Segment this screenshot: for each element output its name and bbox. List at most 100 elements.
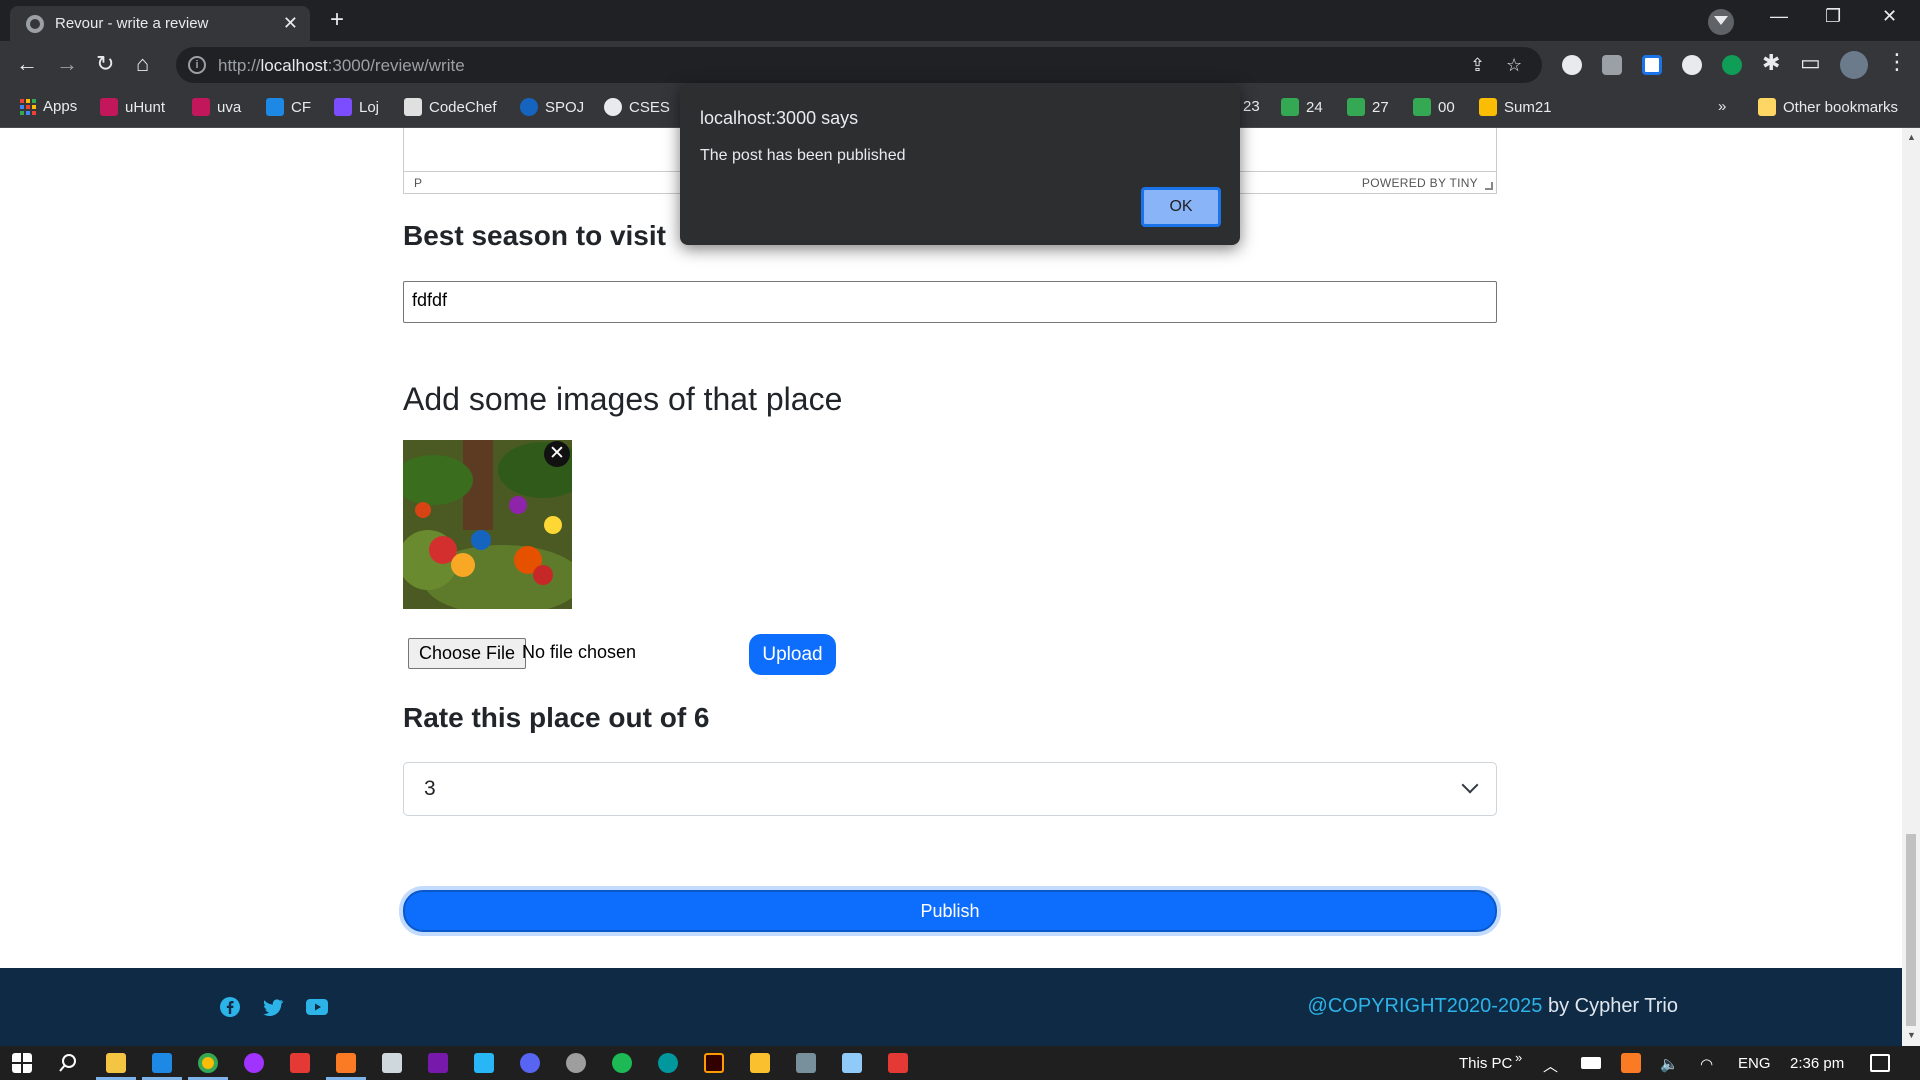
codeforces-icon	[266, 98, 284, 116]
facebook-icon[interactable]	[219, 996, 241, 1018]
new-tab-button[interactable]: +	[320, 6, 354, 36]
other-bookmarks[interactable]: Other bookmarks	[1758, 98, 1898, 116]
powered-by-tiny[interactable]: POWERED BY TINY	[1362, 176, 1478, 190]
bookmark-sum21[interactable]: Sum21	[1479, 98, 1552, 116]
reload-icon[interactable]: ↻	[96, 51, 114, 77]
wps-icon[interactable]	[888, 1053, 908, 1073]
illustrator-icon[interactable]	[704, 1053, 724, 1073]
avatar[interactable]	[1840, 51, 1868, 79]
bookmark-uva[interactable]: uva	[192, 98, 241, 116]
site-info-icon[interactable]: i	[188, 56, 206, 74]
notification-icon[interactable]	[1870, 1054, 1890, 1072]
remove-image-icon[interactable]: ✕	[544, 441, 570, 467]
uploaded-image-thumbnail	[403, 440, 572, 609]
bookmark-23[interactable]: 23	[1243, 98, 1260, 115]
arduino-icon[interactable]	[658, 1053, 678, 1073]
calculator-icon[interactable]	[382, 1053, 402, 1073]
ok-button[interactable]: OK	[1141, 187, 1221, 227]
resize-handle-icon[interactable]	[1485, 182, 1493, 190]
page-scrollbar[interactable]: ▲ ▼	[1902, 128, 1920, 1046]
battery-icon[interactable]	[1581, 1057, 1601, 1069]
keep-icon[interactable]	[750, 1053, 770, 1073]
xampp-icon[interactable]	[336, 1053, 356, 1073]
forward-arrow-icon[interactable]: →	[56, 51, 78, 77]
app-icon[interactable]	[796, 1053, 816, 1073]
share-icon[interactable]: ⇪	[1470, 55, 1485, 76]
rating-select[interactable]: 3	[403, 762, 1497, 816]
minimize-button[interactable]: —	[1770, 6, 1788, 27]
extension-icon[interactable]	[1722, 55, 1742, 75]
market-photo	[403, 440, 572, 609]
season-heading: Best season to visit	[403, 220, 666, 251]
extension-icon[interactable]	[1562, 55, 1582, 75]
bookmark-27[interactable]: 27	[1347, 98, 1389, 116]
restore-button[interactable]: ❐	[1825, 6, 1841, 27]
scroll-down-icon[interactable]: ▼	[1907, 1030, 1916, 1040]
bookmark-codechef[interactable]: CodeChef	[404, 98, 497, 116]
copyright-link[interactable]: @COPYRIGHT2020-2025	[1308, 995, 1543, 1017]
windows-start-icon[interactable]	[12, 1053, 32, 1073]
virtualbox-icon[interactable]	[842, 1053, 862, 1073]
editor-path[interactable]: P	[414, 176, 422, 190]
bookmark-24[interactable]: 24	[1281, 98, 1323, 116]
chrome-icon[interactable]	[198, 1053, 218, 1073]
wifi-icon[interactable]: ◠	[1700, 1055, 1713, 1073]
spoj-icon	[520, 98, 538, 116]
bookmark-00[interactable]: 00	[1413, 98, 1455, 116]
bookmark-uhunt[interactable]: uHunt	[100, 98, 165, 116]
bookmark-cses[interactable]: CSES	[604, 98, 670, 116]
globe-icon	[26, 15, 44, 33]
kebab-menu-icon[interactable]: ⋮	[1886, 49, 1908, 75]
anydesk-icon[interactable]	[290, 1053, 310, 1073]
youtube-icon[interactable]	[305, 996, 329, 1018]
bookmark-cf[interactable]: CF	[266, 98, 311, 116]
twitter-icon[interactable]	[262, 996, 284, 1018]
toolbar-chevron[interactable]: »	[1515, 1050, 1522, 1065]
bookmarks-overflow[interactable]: »	[1718, 98, 1726, 115]
address-bar[interactable]: i http://localhost:3000/review/write ⇪ ☆	[176, 47, 1542, 83]
volume-icon[interactable]: 🔈	[1660, 1055, 1679, 1073]
this-pc-label[interactable]: This PC	[1459, 1055, 1512, 1072]
xampp-tray-icon[interactable]	[1621, 1053, 1641, 1073]
onenote-icon[interactable]	[428, 1053, 448, 1073]
back-arrow-icon[interactable]: ←	[16, 51, 38, 77]
clock[interactable]: 2:36 pm	[1790, 1055, 1844, 1072]
extension-icon[interactable]	[1642, 55, 1662, 75]
vscode-icon[interactable]	[152, 1053, 172, 1073]
dialog-message: The post has been published	[700, 147, 906, 164]
bookmark-apps[interactable]: Apps	[20, 98, 77, 115]
bookmark-loj[interactable]: Loj	[334, 98, 379, 116]
language-indicator[interactable]: ENG	[1738, 1055, 1771, 1072]
page-content: P POWERED BY TINY Best season to visit f…	[0, 128, 1902, 1046]
messenger-icon[interactable]	[244, 1053, 264, 1073]
notes-icon[interactable]	[474, 1053, 494, 1073]
chevron-up-icon[interactable]: ︿	[1543, 1055, 1558, 1076]
publish-button[interactable]: Publish	[403, 890, 1497, 932]
bookmark-spoj[interactable]: SPOJ	[520, 98, 584, 116]
camera-icon[interactable]	[1602, 55, 1622, 75]
bookmark-star-icon[interactable]: ☆	[1506, 55, 1522, 76]
spotify-icon[interactable]	[612, 1053, 632, 1073]
scroll-up-icon[interactable]: ▲	[1907, 132, 1916, 142]
search-icon[interactable]	[58, 1053, 78, 1073]
file-explorer-icon[interactable]	[106, 1053, 126, 1073]
chevron-down-icon	[1461, 776, 1479, 794]
choose-file-button[interactable]: Choose File	[408, 638, 527, 669]
cast-icon[interactable]: ▭	[1800, 50, 1821, 76]
home-icon[interactable]: ⌂	[136, 51, 149, 77]
folder-icon	[1758, 98, 1776, 116]
images-heading: Add some images of that place	[403, 381, 843, 417]
extension-icon[interactable]	[1682, 55, 1702, 75]
season-input[interactable]: fdfdf	[403, 281, 1497, 323]
app-icon[interactable]	[566, 1053, 586, 1073]
scrollbar-thumb[interactable]	[1906, 834, 1916, 1026]
puzzle-icon[interactable]: ✱	[1762, 50, 1780, 76]
tab-close-icon[interactable]: ✕	[283, 13, 298, 34]
tab-search-icon[interactable]	[1708, 9, 1734, 35]
window-close-button[interactable]: ✕	[1882, 6, 1897, 27]
browser-tab[interactable]: Revour - write a review ✕	[10, 6, 310, 41]
file-status-text: No file chosen	[522, 642, 637, 662]
discord-icon[interactable]	[520, 1053, 540, 1073]
upload-button[interactable]: Upload	[749, 634, 836, 675]
browser-toolbar: ← → ↻ ⌂ i http://localhost:3000/review/w…	[0, 41, 1920, 89]
